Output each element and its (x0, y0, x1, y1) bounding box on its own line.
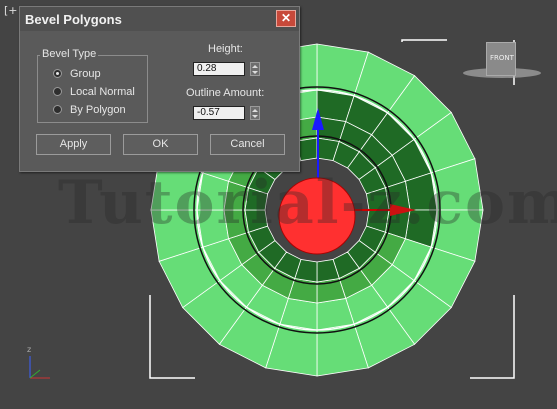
radio-by-polygon-label[interactable]: By Polygon (70, 104, 126, 116)
viewcube-label: FRONT (490, 54, 514, 62)
viewcube[interactable]: FRONT (486, 42, 516, 76)
radio-by-polygon-dot[interactable] (53, 105, 62, 114)
radio-group-dot[interactable] (53, 69, 62, 78)
axis-y-line (29, 369, 41, 379)
outline-amount-spinner[interactable] (250, 106, 260, 120)
height-input[interactable]: 0.28 (193, 62, 245, 76)
apply-button[interactable]: Apply (36, 134, 111, 155)
spinner-down-icon[interactable] (252, 115, 258, 118)
axis-z-label: z (27, 345, 32, 354)
close-button[interactable]: ✕ (276, 10, 296, 27)
bracket-bottom-right (470, 295, 515, 379)
viewport-label[interactable]: [+ (4, 4, 18, 17)
outline-amount-label: Outline Amount: (186, 87, 265, 99)
radio-local-normal-dot[interactable] (53, 87, 62, 96)
bevel-polygons-dialog: Bevel Polygons ✕ Bevel Type Group Local … (19, 6, 300, 172)
radio-local-normal-label[interactable]: Local Normal (70, 86, 135, 98)
dialog-title: Bevel Polygons (25, 12, 122, 27)
watermark-text: Tutorial-z.com (58, 168, 557, 238)
ok-button[interactable]: OK (123, 134, 198, 155)
height-label: Height: (208, 43, 243, 55)
dialog-titlebar[interactable]: Bevel Polygons ✕ (20, 7, 299, 31)
bracket-top-right-left (401, 39, 447, 42)
radio-group-label[interactable]: Group (70, 68, 101, 80)
outline-amount-input[interactable]: -0.57 (193, 106, 245, 120)
bevel-type-legend: Bevel Type (40, 48, 99, 60)
height-spinner[interactable] (250, 62, 260, 76)
spinner-up-icon[interactable] (252, 109, 258, 112)
cancel-button[interactable]: Cancel (210, 134, 285, 155)
close-icon: ✕ (280, 11, 292, 25)
spinner-up-icon[interactable] (252, 65, 258, 68)
spinner-down-icon[interactable] (252, 71, 258, 74)
